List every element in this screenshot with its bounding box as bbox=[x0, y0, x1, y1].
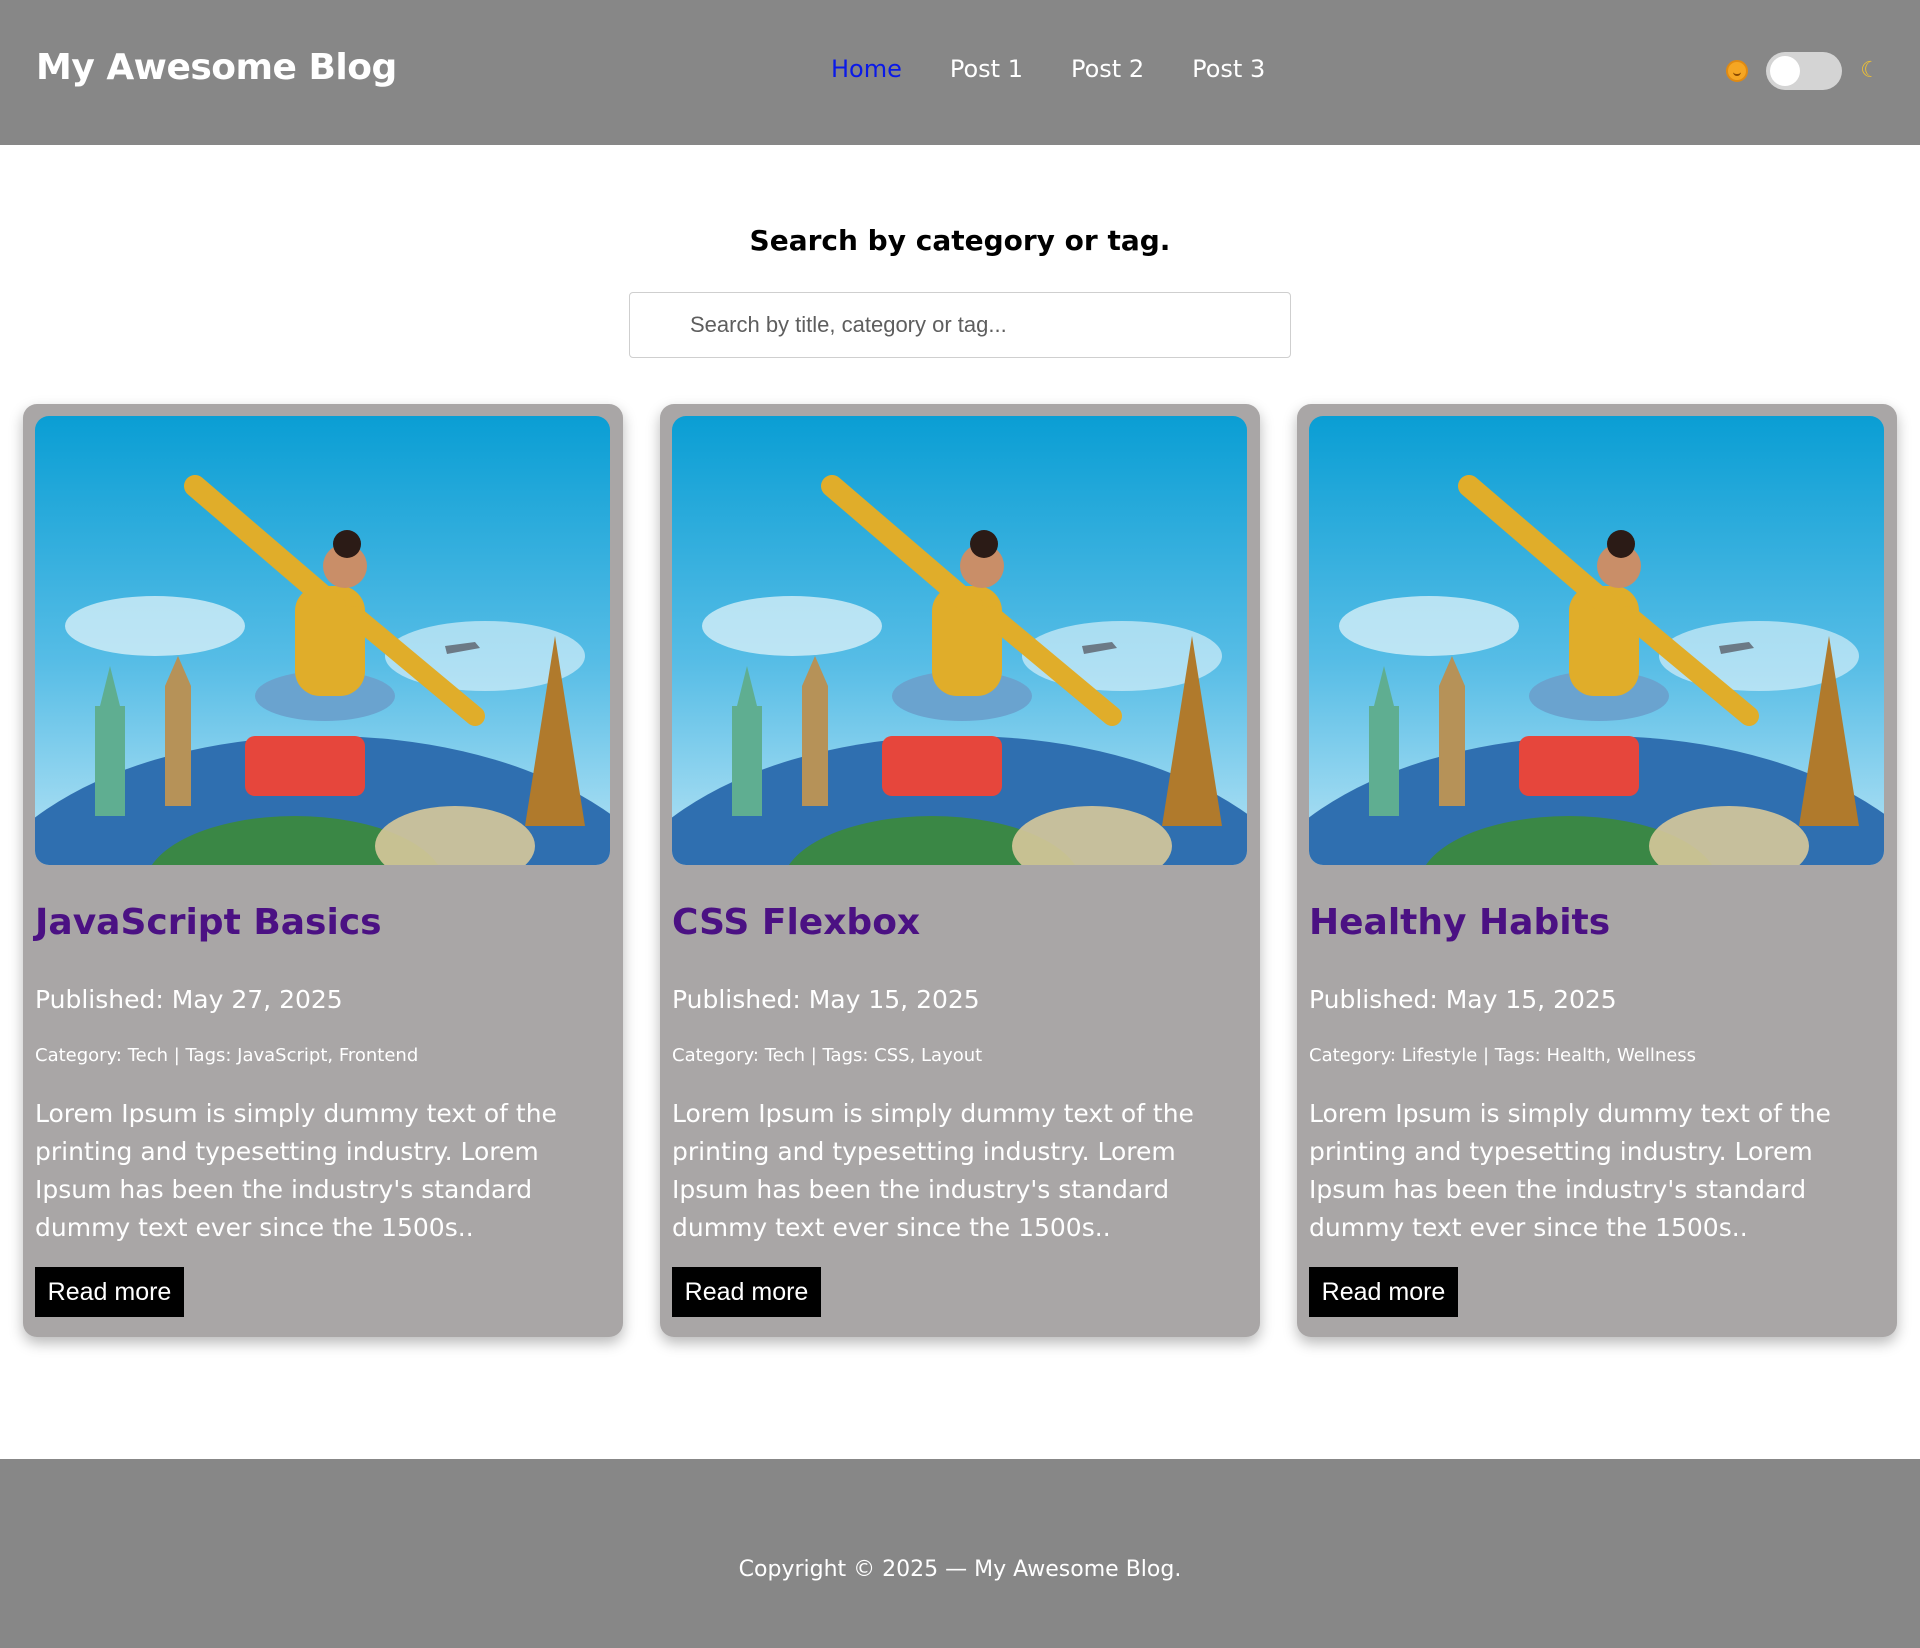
nav-home[interactable]: Home bbox=[831, 55, 902, 83]
sun-emoji-icon bbox=[1726, 60, 1749, 82]
site-header: My Awesome Blog Home Post 1 Post 2 Post … bbox=[0, 0, 1920, 145]
travel-illustration-icon bbox=[1309, 475, 1884, 865]
post-excerpt: Lorem Ipsum is simply dummy text of the … bbox=[672, 1099, 1194, 1242]
travel-illustration-icon bbox=[35, 475, 610, 865]
travel-illustration-icon bbox=[672, 475, 1247, 865]
post-card: CSS Flexbox Published: May 15, 2025 Cate… bbox=[660, 404, 1260, 1337]
post-date: Published: May 15, 2025 bbox=[1309, 985, 1617, 1014]
post-card: JavaScript Basics Published: May 27, 202… bbox=[23, 404, 623, 1337]
read-more-button[interactable]: Read more bbox=[1309, 1267, 1458, 1317]
post-title[interactable]: JavaScript Basics bbox=[35, 902, 382, 943]
post-date: Published: May 15, 2025 bbox=[672, 985, 980, 1014]
post-meta: Category: Tech | Tags: JavaScript, Front… bbox=[35, 1045, 419, 1066]
read-more-button[interactable]: Read more bbox=[672, 1267, 821, 1317]
nav-post-3[interactable]: Post 3 bbox=[1192, 55, 1265, 83]
post-image[interactable] bbox=[35, 416, 610, 865]
post-card: Healthy Habits Published: May 15, 2025 C… bbox=[1297, 404, 1897, 1337]
post-title[interactable]: Healthy Habits bbox=[1309, 902, 1610, 943]
post-meta: Category: Tech | Tags: CSS, Layout bbox=[672, 1045, 983, 1066]
nav-post-1[interactable]: Post 1 bbox=[950, 55, 1023, 83]
footer-copyright: Copyright © 2025 — My Awesome Blog. bbox=[738, 1557, 1182, 1582]
theme-switcher: ☾ bbox=[1726, 52, 1880, 90]
post-excerpt: Lorem Ipsum is simply dummy text of the … bbox=[1309, 1099, 1831, 1242]
post-date: Published: May 27, 2025 bbox=[35, 985, 343, 1014]
post-image[interactable] bbox=[1309, 416, 1884, 865]
moon-icon: ☾ bbox=[1860, 58, 1880, 83]
site-brand[interactable]: My Awesome Blog bbox=[36, 47, 397, 88]
search-input[interactable] bbox=[629, 292, 1291, 358]
post-image[interactable] bbox=[672, 416, 1247, 865]
nav-post-2[interactable]: Post 2 bbox=[1071, 55, 1144, 83]
main-nav: Home Post 1 Post 2 Post 3 bbox=[831, 55, 1265, 83]
read-more-button[interactable]: Read more bbox=[35, 1267, 184, 1317]
search-heading: Search by category or tag. bbox=[749, 224, 1171, 257]
toggle-knob bbox=[1770, 56, 1801, 86]
site-footer bbox=[0, 1459, 1920, 1648]
post-meta: Category: Lifestyle | Tags: Health, Well… bbox=[1309, 1045, 1697, 1066]
post-title[interactable]: CSS Flexbox bbox=[672, 902, 920, 943]
theme-toggle[interactable] bbox=[1766, 52, 1843, 90]
post-excerpt: Lorem Ipsum is simply dummy text of the … bbox=[35, 1099, 557, 1242]
